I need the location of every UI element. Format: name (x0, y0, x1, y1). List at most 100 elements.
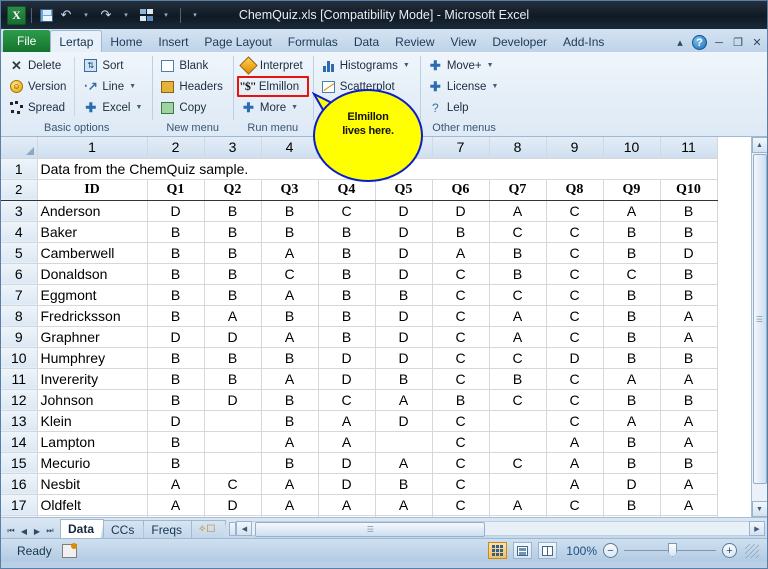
cell-r7-c3[interactable]: B (204, 284, 261, 305)
cell-r9-c6[interactable]: D (375, 326, 432, 347)
cell-r16-c6[interactable]: B (375, 473, 432, 494)
column-header-7[interactable]: 7 (432, 137, 489, 158)
histograms-button[interactable]: Histograms ▼ (317, 55, 416, 76)
cell-r4-c10[interactable]: B (603, 221, 660, 242)
cell-r14-c6[interactable] (375, 431, 432, 452)
column-header-6[interactable]: 6 (375, 137, 432, 158)
zoom-slider[interactable] (624, 550, 716, 551)
cell-r10-c6[interactable]: D (375, 347, 432, 368)
line-button[interactable]: ⋅↗ Line ▼ (79, 76, 148, 97)
cell-r5-c3[interactable]: B (204, 242, 261, 263)
cell-r12-c1[interactable]: Johnson (37, 389, 147, 410)
chevron-down-icon[interactable]: ▼ (291, 104, 298, 111)
cell-r6-c3[interactable]: B (204, 263, 261, 284)
cell-r18-c4[interactable] (261, 515, 318, 517)
cell-r10-c2[interactable]: B (147, 347, 204, 368)
cell-r15-c3[interactable] (204, 452, 261, 473)
row-header-10[interactable]: 10 (1, 347, 37, 368)
cell-r8-c4[interactable]: B (261, 305, 318, 326)
cell-r16-c5[interactable]: D (318, 473, 375, 494)
cell-r10-c1[interactable]: Humphrey (37, 347, 147, 368)
cell-r10-c3[interactable]: B (204, 347, 261, 368)
cell-r6-c11[interactable]: B (660, 263, 717, 284)
normal-view-button[interactable] (488, 542, 507, 559)
cell-r12-c4[interactable]: B (261, 389, 318, 410)
cell-r16-c1[interactable]: Nesbit (37, 473, 147, 494)
sheet-tab-ccs[interactable]: CCs (103, 520, 144, 538)
column-header-2[interactable]: 2 (147, 137, 204, 158)
cell-r13-c9[interactable]: C (546, 410, 603, 431)
cell-r6-c1[interactable]: Donaldson (37, 263, 147, 284)
cell-r9-c9[interactable]: C (546, 326, 603, 347)
cell-r11-c4[interactable]: A (261, 368, 318, 389)
copy-button[interactable]: Copy (156, 97, 228, 118)
lelp-button[interactable]: ? Lelp (424, 97, 505, 118)
cell-r13-c3[interactable] (204, 410, 261, 431)
cell-r12-c11[interactable]: B (660, 389, 717, 410)
cell-r18-c9[interactable] (546, 515, 603, 517)
cell-r7-c8[interactable]: C (489, 284, 546, 305)
cell-r6-c9[interactable]: C (546, 263, 603, 284)
chevron-down-icon[interactable]: ▼ (403, 62, 410, 69)
row-header-15[interactable]: 15 (1, 452, 37, 473)
cell-r13-c1[interactable]: Klein (37, 410, 147, 431)
undo-icon[interactable]: ↶ (57, 6, 75, 24)
last-sheet-icon[interactable]: ⏭ (44, 526, 56, 536)
tab-insert[interactable]: Insert (150, 32, 196, 52)
cell-r17-c11[interactable]: A (660, 494, 717, 515)
horizontal-scrollbar[interactable]: ◀ ☰ ▶ (229, 520, 765, 537)
first-sheet-icon[interactable]: ⏮ (5, 526, 17, 536)
cell-r10-c10[interactable]: B (603, 347, 660, 368)
cell-r15-c1[interactable]: Mecurio (37, 452, 147, 473)
row-header-2[interactable]: 2 (1, 179, 37, 200)
license-button[interactable]: ✚ License ▼ (424, 76, 505, 97)
save-icon[interactable] (37, 6, 55, 24)
redo-dropdown-icon[interactable]: ▾ (117, 6, 135, 24)
cell-r4-c6[interactable]: D (375, 221, 432, 242)
cell-r17-c6[interactable]: A (375, 494, 432, 515)
cell-r4-c2[interactable]: B (147, 221, 204, 242)
cell-r15-c7[interactable]: C (432, 452, 489, 473)
cell-r4-c3[interactable]: B (204, 221, 261, 242)
cell-r8-c2[interactable]: B (147, 305, 204, 326)
cell-r18-c5[interactable] (318, 515, 375, 517)
cell-r17-c2[interactable]: A (147, 494, 204, 515)
cell-r12-c6[interactable]: A (375, 389, 432, 410)
cell-r14-c2[interactable]: B (147, 431, 204, 452)
cell-r10-c7[interactable]: C (432, 347, 489, 368)
chevron-down-icon[interactable]: ▼ (487, 62, 494, 69)
cell-header-q9[interactable]: Q9 (603, 179, 660, 200)
help-icon[interactable]: ? (692, 35, 707, 50)
tab-page-layout[interactable]: Page Layout (196, 32, 279, 52)
cell-r8-c9[interactable]: C (546, 305, 603, 326)
column-header-11[interactable]: 11 (660, 137, 717, 158)
cell-r14-c1[interactable]: Lampton (37, 431, 147, 452)
excel-logo-icon[interactable]: X (7, 6, 26, 25)
cell-r11-c5[interactable]: D (318, 368, 375, 389)
cell-header-q5[interactable]: Q5 (375, 179, 432, 200)
excel-button[interactable]: ✚ Excel ▼ (79, 97, 148, 118)
cell-r7-c10[interactable]: B (603, 284, 660, 305)
paste-special-icon[interactable] (137, 6, 155, 24)
cell-r17-c10[interactable]: B (603, 494, 660, 515)
cell-r7-c2[interactable]: B (147, 284, 204, 305)
cell-r8-c10[interactable]: B (603, 305, 660, 326)
next-sheet-icon[interactable]: ▶ (31, 527, 43, 536)
cell-r14-c9[interactable]: A (546, 431, 603, 452)
cell-r9-c4[interactable]: A (261, 326, 318, 347)
cell-r13-c11[interactable]: A (660, 410, 717, 431)
cell-r4-c8[interactable]: C (489, 221, 546, 242)
record-macro-icon[interactable] (62, 544, 77, 558)
scroll-right-button[interactable]: ▶ (749, 521, 765, 536)
sort-button[interactable]: ⇅ Sort (79, 55, 148, 76)
cell-r9-c10[interactable]: B (603, 326, 660, 347)
version-button[interactable]: ☺ Version (5, 76, 72, 97)
tab-home[interactable]: Home (102, 32, 150, 52)
cell-r14-c8[interactable] (489, 431, 546, 452)
page-layout-view-button[interactable] (513, 542, 532, 559)
column-header-10[interactable]: 10 (603, 137, 660, 158)
prev-sheet-icon[interactable]: ◀ (18, 527, 30, 536)
new-sheet-tab[interactable]: ✧☐ (191, 520, 226, 538)
cell-header-q1[interactable]: Q1 (147, 179, 204, 200)
cell-r3-c8[interactable]: A (489, 200, 546, 221)
